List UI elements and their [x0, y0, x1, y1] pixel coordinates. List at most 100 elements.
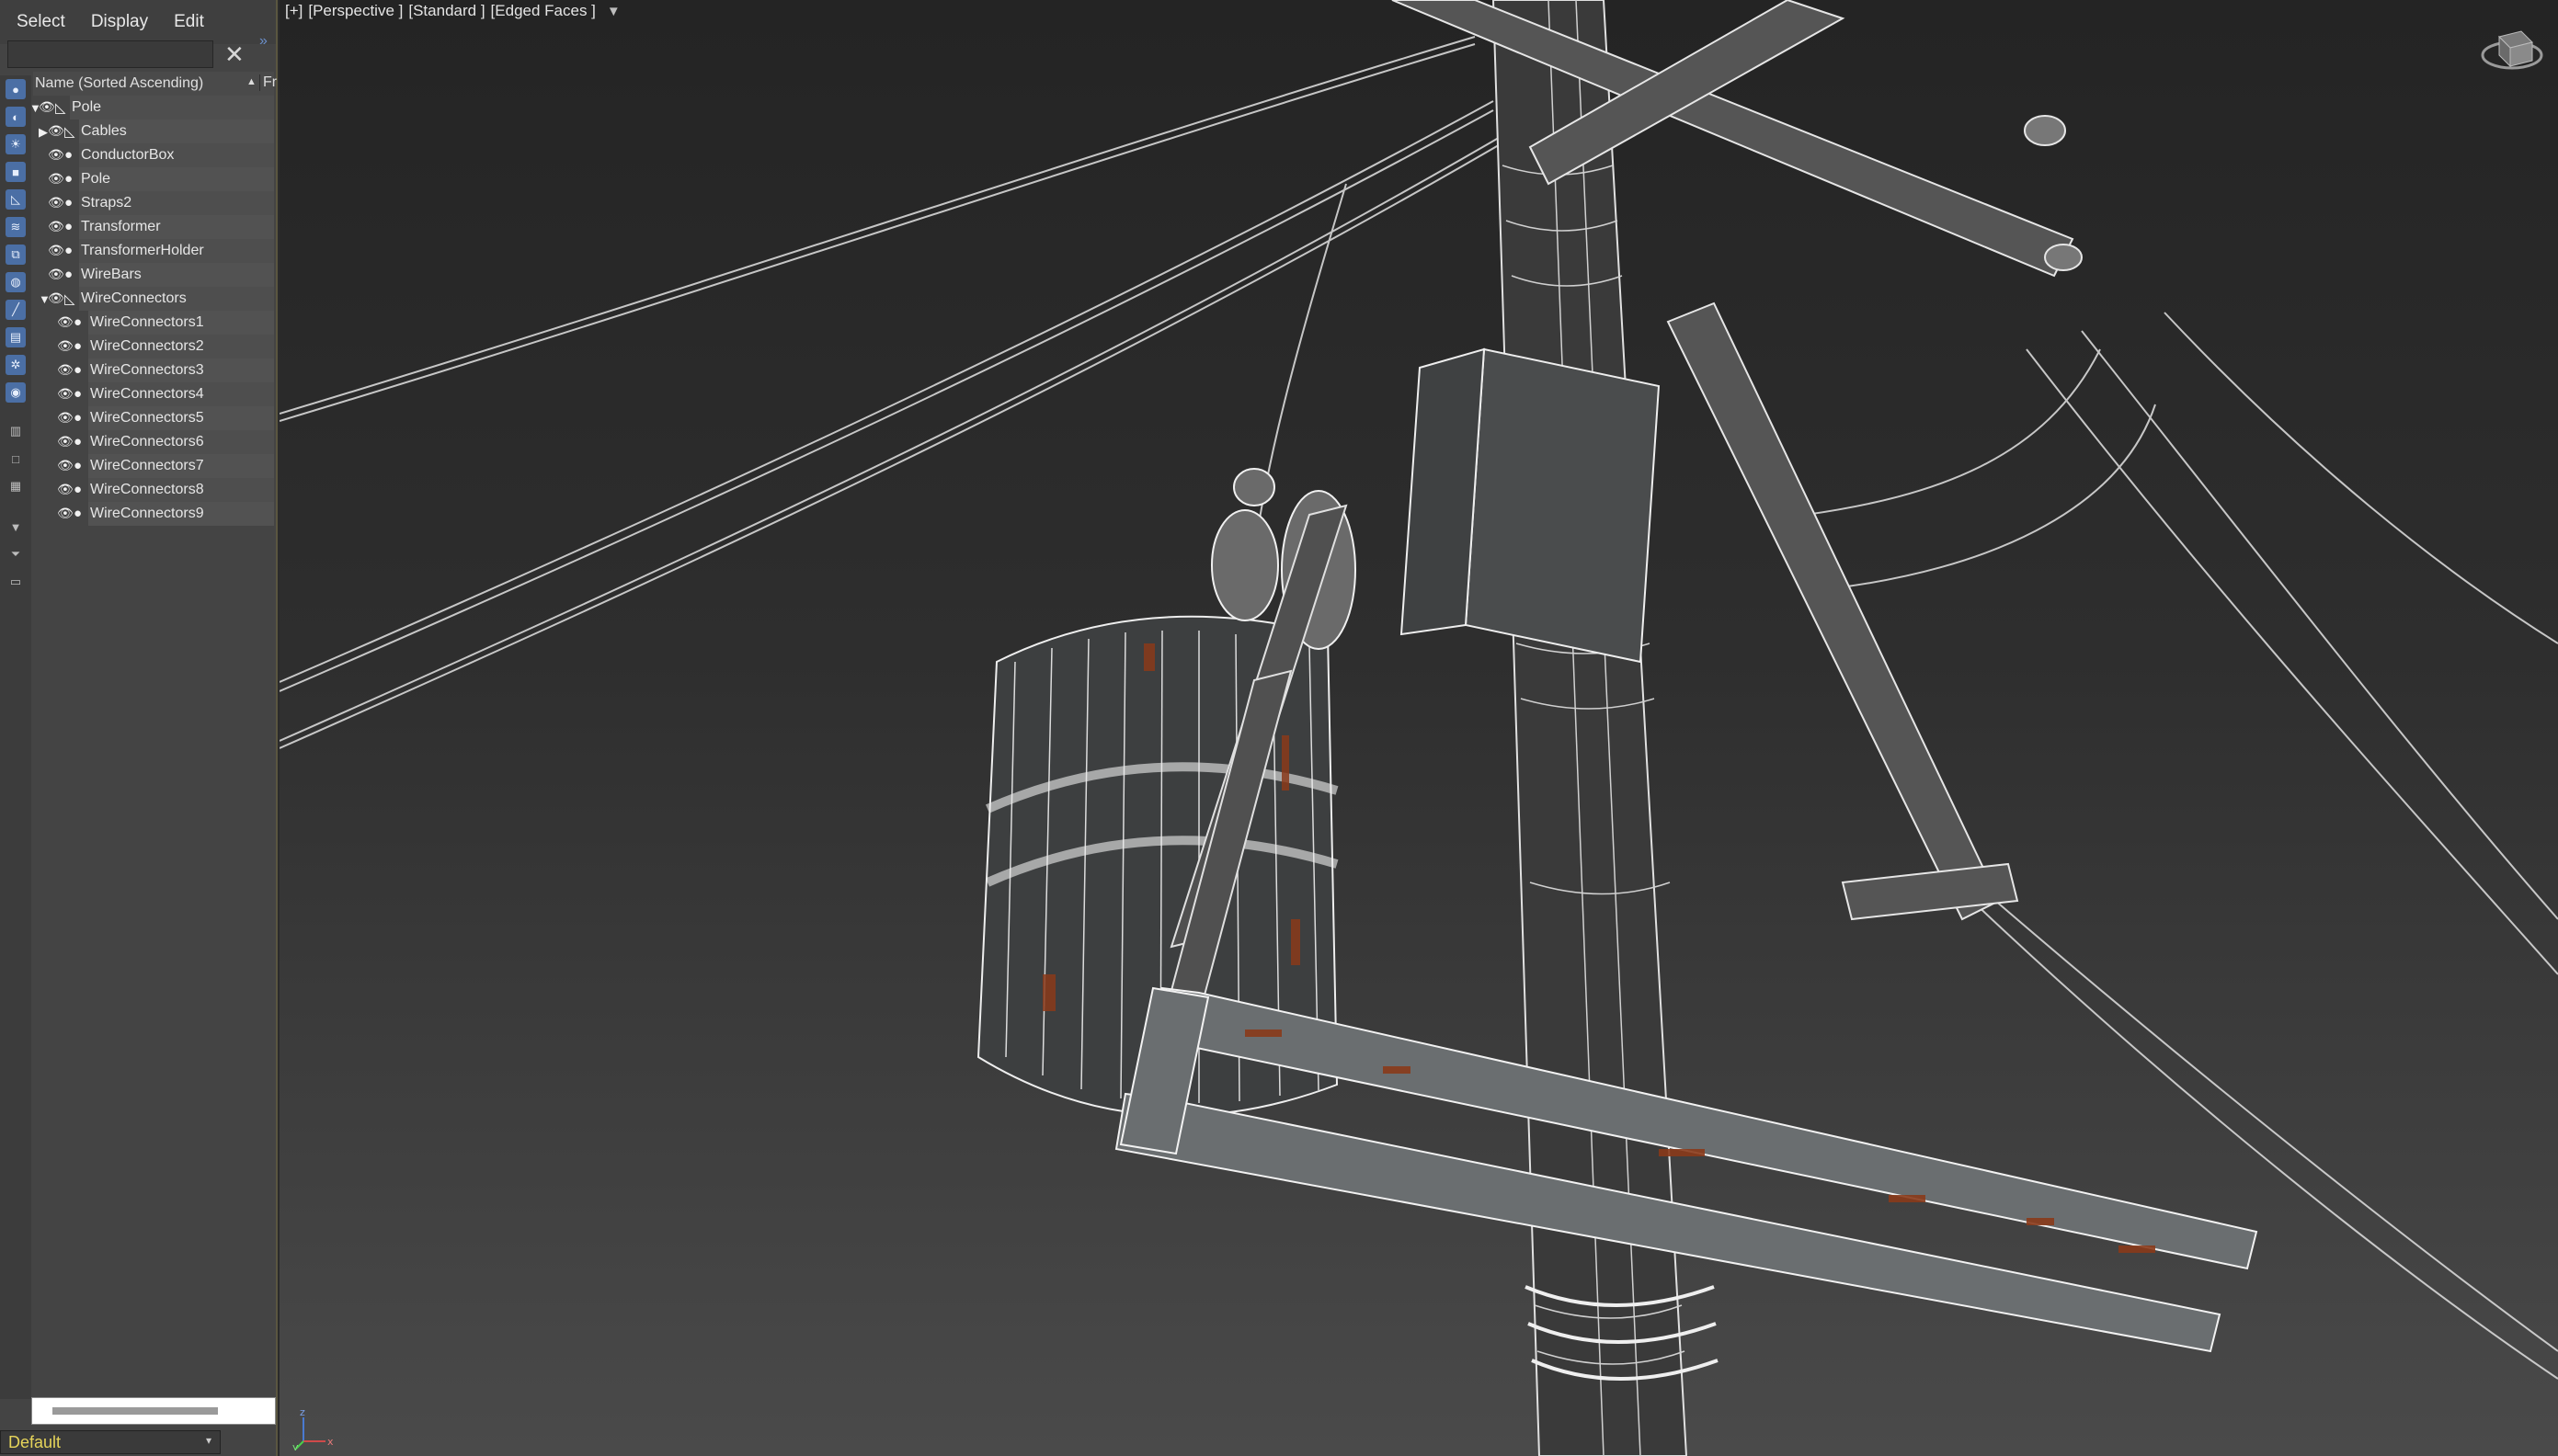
- sphere-icon: ●: [64, 243, 74, 258]
- eye-icon[interactable]: 👁: [57, 483, 74, 497]
- axis-tripod-icon: z x y: [292, 1406, 334, 1450]
- tree-item-label[interactable]: ConductorBox: [79, 143, 274, 167]
- tree-row[interactable]: 👁 ● WireBars: [33, 263, 274, 287]
- eye-icon[interactable]: 👁: [57, 387, 74, 402]
- sphere-icon: ●: [74, 386, 83, 402]
- eye-icon[interactable]: 👁: [48, 124, 64, 139]
- display-all-icon[interactable]: ▥: [6, 421, 26, 441]
- tree-item-label[interactable]: Straps2: [79, 191, 274, 215]
- wireframe-scene[interactable]: [280, 0, 2558, 1456]
- eye-icon[interactable]: 👁: [48, 244, 64, 258]
- tree-row[interactable]: 👁 ● WireConnectors4: [33, 382, 274, 406]
- eye-icon[interactable]: 👁: [48, 220, 64, 234]
- eye-icon[interactable]: 👁: [48, 172, 64, 187]
- menu-select[interactable]: Select: [9, 8, 73, 36]
- menu-edit[interactable]: Edit: [166, 8, 211, 36]
- eye-icon[interactable]: 👁: [57, 435, 74, 449]
- eye-icon[interactable]: 👁: [48, 148, 64, 163]
- tree-row[interactable]: ▼ 👁 ◺ WireConnectors: [33, 287, 274, 311]
- eye-icon[interactable]: 👁: [39, 100, 55, 115]
- display-particles-icon[interactable]: ✲: [6, 355, 26, 375]
- tree-item-label[interactable]: Pole: [70, 96, 274, 119]
- eye-icon[interactable]: 👁: [57, 339, 74, 354]
- display-geometry-icon[interactable]: ●: [6, 79, 26, 99]
- layer-box-icon[interactable]: ▭: [6, 572, 26, 592]
- expand-arrow-icon[interactable]: ▶: [39, 125, 48, 140]
- tree-item-label[interactable]: WireConnectors4: [88, 382, 274, 406]
- invert-display-icon[interactable]: ▦: [6, 476, 26, 496]
- tree-item-label[interactable]: WireConnectors7: [88, 454, 274, 478]
- viewport-shading-style[interactable]: [Standard ]: [408, 2, 485, 20]
- tree-item-label[interactable]: WireConnectors3: [88, 358, 274, 382]
- tree-item-label[interactable]: WireConnectors1: [88, 311, 274, 335]
- tree-row[interactable]: 👁 ● TransformerHolder: [33, 239, 274, 263]
- horizontal-scrollbar[interactable]: [31, 1397, 276, 1425]
- tree-item-label[interactable]: WireBars: [79, 263, 274, 287]
- eye-icon[interactable]: 👁: [57, 459, 74, 473]
- viewcube-icon[interactable]: [2479, 24, 2545, 79]
- sphere-icon: ●: [64, 195, 74, 210]
- eye-icon[interactable]: 👁: [57, 411, 74, 426]
- viewport-menu-plus[interactable]: [+]: [285, 2, 303, 20]
- tree-item-label[interactable]: WireConnectors2: [88, 335, 274, 358]
- tree-column-header[interactable]: Name (Sorted Ascending) ▲ Fr: [33, 72, 277, 96]
- close-icon[interactable]: ✕: [224, 42, 245, 66]
- display-xrefs-icon[interactable]: ◍: [6, 272, 26, 292]
- tree-item-label[interactable]: WireConnectors9: [88, 502, 274, 526]
- filter-icon[interactable]: ▼: [6, 517, 26, 537]
- filter-icon[interactable]: ▼: [607, 4, 621, 19]
- eye-icon[interactable]: 👁: [48, 267, 64, 282]
- tree-item-label[interactable]: Cables: [79, 119, 274, 143]
- layer-dropdown[interactable]: Default: [0, 1430, 221, 1454]
- sphere-icon: ●: [74, 338, 83, 354]
- svg-text:z: z: [300, 1406, 305, 1418]
- tree-row[interactable]: ▼ 👁 ◺ Pole: [29, 96, 274, 119]
- display-hidden-icon[interactable]: ◉: [6, 382, 26, 403]
- tree-item-label[interactable]: WireConnectors6: [88, 430, 274, 454]
- display-spacewarps-icon[interactable]: ≋: [6, 217, 26, 237]
- tree-row[interactable]: 👁 ● Pole: [33, 167, 274, 191]
- tree-row[interactable]: 👁 ● WireConnectors6: [33, 430, 274, 454]
- tree-row[interactable]: 👁 ● WireConnectors1: [33, 311, 274, 335]
- scrollbar-thumb[interactable]: [52, 1407, 218, 1415]
- chevron-down-icon[interactable]: ▾: [206, 1434, 211, 1447]
- tree-item-label[interactable]: Transformer: [79, 215, 274, 239]
- display-none-icon[interactable]: □: [6, 449, 26, 469]
- tree-row[interactable]: 👁 ● WireConnectors8: [33, 478, 274, 502]
- cable-wire: [2081, 330, 2558, 920]
- viewport-point-of-view[interactable]: [Perspective ]: [308, 2, 403, 20]
- tree-row[interactable]: 👁 ● WireConnectors2: [33, 335, 274, 358]
- svg-text:y: y: [292, 1441, 299, 1450]
- tree-row[interactable]: 👁 ● WireConnectors3: [33, 358, 274, 382]
- viewport-display-mode[interactable]: [Edged Faces ]: [491, 2, 596, 20]
- tree-item-label[interactable]: WireConnectors8: [88, 478, 274, 502]
- tree-row[interactable]: 👁 ● ConductorBox: [33, 143, 274, 167]
- tree-row[interactable]: ▶ 👁 ◺ Cables: [33, 119, 274, 143]
- eye-icon[interactable]: 👁: [57, 363, 74, 378]
- tree-row[interactable]: 👁 ● WireConnectors5: [33, 406, 274, 430]
- tree-row[interactable]: 👁 ● Transformer: [33, 215, 274, 239]
- display-lights-icon[interactable]: ☀: [6, 134, 26, 154]
- tree-row[interactable]: 👁 ● WireConnectors7: [33, 454, 274, 478]
- tree-row[interactable]: 👁 ● Straps2: [33, 191, 274, 215]
- tree-item-label[interactable]: Pole: [79, 167, 274, 191]
- display-bones-icon[interactable]: ╱: [6, 300, 26, 320]
- viewport-label[interactable]: [+] [Perspective ] [Standard ] [Edged Fa…: [285, 2, 621, 20]
- eye-icon[interactable]: 👁: [57, 506, 74, 521]
- perspective-viewport[interactable]: [+] [Perspective ] [Standard ] [Edged Fa…: [280, 0, 2558, 1456]
- display-cameras-icon[interactable]: ■: [6, 162, 26, 182]
- display-groups-icon[interactable]: ⧉: [6, 245, 26, 265]
- filter-funnel-icon[interactable]: ⏷: [6, 544, 26, 564]
- display-containers-icon[interactable]: ▤: [6, 327, 26, 347]
- search-input[interactable]: [7, 40, 213, 68]
- display-helpers-icon[interactable]: ◺: [6, 189, 26, 210]
- tree-row[interactable]: 👁 ● WireConnectors9: [33, 502, 274, 526]
- eye-icon[interactable]: 👁: [57, 315, 74, 330]
- display-shapes-icon[interactable]: ◐: [6, 107, 26, 127]
- tree-item-label[interactable]: WireConnectors5: [88, 406, 274, 430]
- menu-display[interactable]: Display: [84, 8, 155, 36]
- eye-icon[interactable]: 👁: [48, 196, 64, 210]
- tree-item-label[interactable]: WireConnectors: [79, 287, 274, 311]
- tree-item-label[interactable]: TransformerHolder: [79, 239, 274, 263]
- eye-icon[interactable]: 👁: [48, 291, 64, 306]
